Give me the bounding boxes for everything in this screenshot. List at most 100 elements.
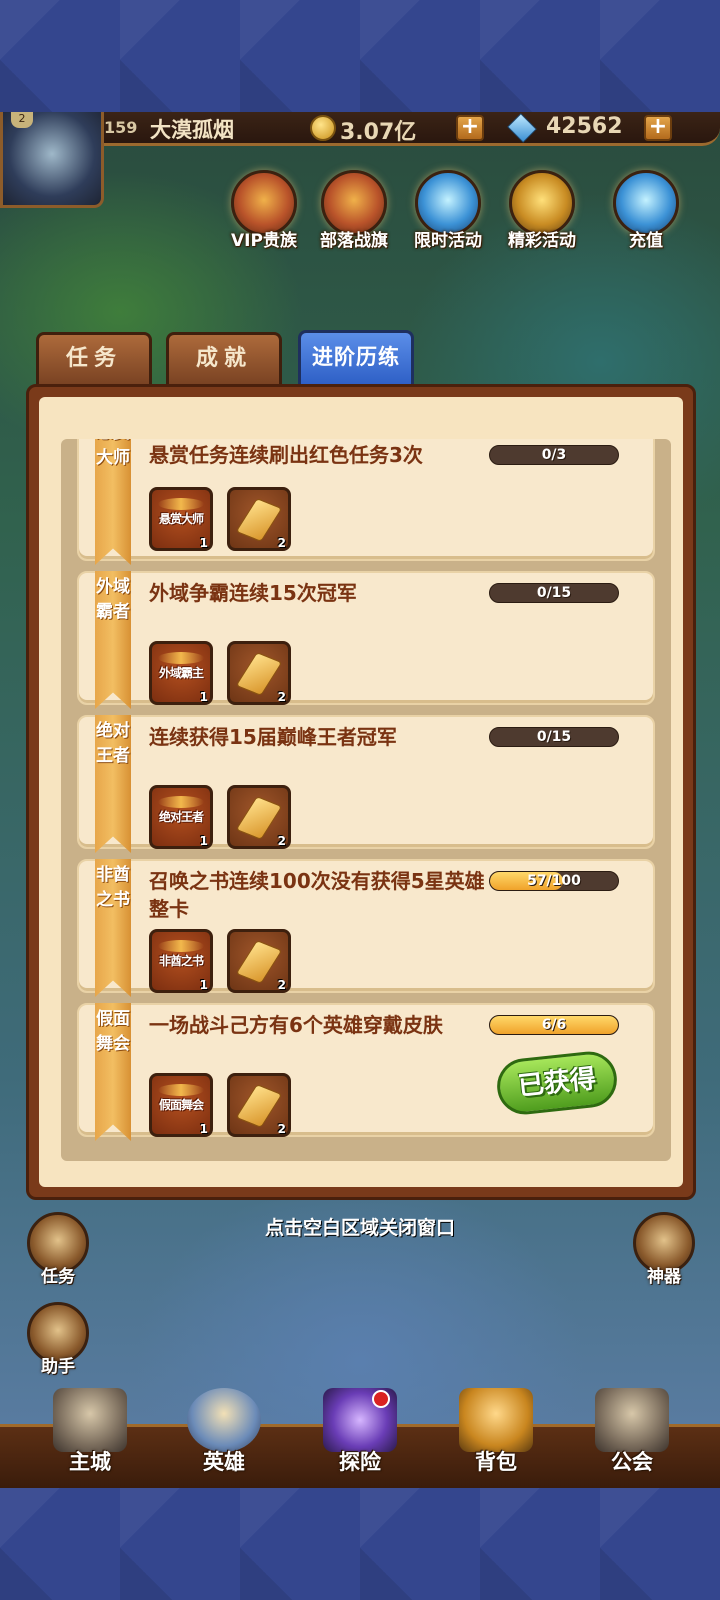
side-assistant-button[interactable]: 助手 [18, 1302, 98, 1377]
reward-scroll[interactable]: 2 [227, 487, 291, 551]
add-gold-button[interactable]: + [456, 115, 484, 141]
badge-label: 假面舞会 [158, 1098, 204, 1112]
reward-count: 1 [199, 978, 208, 992]
ribbon: 非酋之书 [95, 859, 131, 997]
reward-count: 1 [199, 690, 208, 704]
scroll-icon [235, 795, 283, 841]
reward-count: 2 [277, 1122, 286, 1136]
list-item: 悬赏大师 悬赏任务连续刷出红色任务3次 0/3 悬赏大师 1 2 [77, 439, 655, 565]
gold-coin-icon [310, 115, 336, 141]
reward-count: 1 [199, 536, 208, 550]
nav-main-city[interactable]: 主城 [30, 1388, 150, 1476]
avatar-level: 2 [11, 112, 33, 128]
dialog-panel: 悬赏大师 悬赏任务连续刷出红色任务3次 0/3 悬赏大师 1 2 [39, 397, 683, 1187]
progress-bar: 0/15 [489, 727, 619, 747]
player-avatar[interactable]: 2 [0, 112, 104, 208]
reward-badge[interactable]: 悬赏大师 1 [149, 487, 213, 551]
player-level: 159 [104, 118, 138, 137]
reward-scroll[interactable]: 2 [227, 1073, 291, 1137]
reward-count: 2 [277, 978, 286, 992]
task-list[interactable]: 悬赏大师 悬赏任务连续刷出红色任务3次 0/3 悬赏大师 1 2 [61, 439, 671, 1161]
ribbon: 绝对王者 [95, 715, 131, 853]
task-title: 外域争霸连续15次冠军 [149, 581, 357, 605]
badge-label: 外域霸主 [158, 666, 204, 680]
obtained-stamp: 已获得 [494, 1048, 620, 1118]
ribbon-label: 非酋之书 [96, 865, 130, 910]
player-name: 大漠孤烟 [150, 118, 234, 142]
nav-explore[interactable]: 探险 [300, 1388, 420, 1476]
badge-wing-icon [158, 498, 204, 510]
tribe-banner-button[interactable]: 部落战旗 [308, 170, 400, 251]
scroll-icon [235, 497, 283, 543]
ribbon: 悬赏大师 [95, 439, 131, 565]
task-title: 一场战斗己方有6个英雄穿戴皮肤 [149, 1013, 443, 1037]
progress-text: 6/6 [541, 1017, 567, 1033]
task-title: 召唤之书连续100次没有获得5星英雄整卡 [149, 869, 485, 921]
reward-scroll[interactable]: 2 [227, 929, 291, 993]
add-gems-button[interactable]: + [644, 115, 672, 141]
badge-wing-icon [158, 796, 204, 808]
reward-badge[interactable]: 非酋之书 1 [149, 929, 213, 993]
progress-text: 57/100 [527, 873, 581, 889]
progress-text: 0/15 [536, 729, 572, 745]
scroll-icon [235, 939, 283, 985]
badge-wing-icon [158, 940, 204, 952]
nav-heroes[interactable]: 英雄 [164, 1388, 284, 1476]
gold-amount: 3.07亿 [340, 120, 417, 145]
reward-count: 2 [277, 536, 286, 550]
tab-tasks[interactable]: 任务 [36, 332, 152, 384]
notification-dot [372, 1390, 390, 1408]
featured-event-button[interactable]: 精彩活动 [496, 170, 588, 251]
progress-text: 0/3 [541, 447, 567, 463]
reward-badge[interactable]: 外域霸主 1 [149, 641, 213, 705]
badge-wing-icon [158, 652, 204, 664]
list-item: 外域霸者 外域争霸连续15次冠军 0/15 外域霸主 1 2 [77, 571, 655, 709]
ribbon: 假面舞会 [95, 1003, 131, 1141]
castle-icon [53, 1388, 127, 1452]
vip-button[interactable]: VIP贵族 [218, 170, 310, 251]
nav-backpack[interactable]: 背包 [436, 1388, 556, 1476]
badge-label: 绝对王者 [158, 810, 204, 824]
guild-tower-icon [595, 1388, 669, 1452]
limited-event-button[interactable]: 限时活动 [402, 170, 494, 251]
task-title: 连续获得15届巅峰王者冠军 [149, 725, 397, 749]
reward-count: 2 [277, 834, 286, 848]
list-item: 假面舞会 一场战斗己方有6个英雄穿戴皮肤 6/6 假面舞会 1 2 已获得 [77, 1003, 655, 1141]
badge-label: 悬赏大师 [158, 512, 204, 526]
reward-count: 2 [277, 690, 286, 704]
progress-bar: 0/15 [489, 583, 619, 603]
letterbox-top [0, 0, 720, 112]
achievement-dialog: 悬赏大师 悬赏任务连续刷出红色任务3次 0/3 悬赏大师 1 2 [26, 384, 696, 1200]
tab-advanced-trials[interactable]: 进阶历练 [298, 330, 414, 386]
ribbon-label: 假面舞会 [96, 1009, 130, 1054]
reward-scroll[interactable]: 2 [227, 641, 291, 705]
progress-bar: 57/100 [489, 871, 619, 891]
tab-achievements[interactable]: 成就 [166, 332, 282, 384]
recharge-button[interactable]: 充值 [600, 170, 692, 251]
ribbon: 外域霸者 [95, 571, 131, 709]
hero-icon [187, 1388, 261, 1452]
progress-bar: 6/6 [489, 1015, 619, 1035]
backpack-icon [459, 1388, 533, 1452]
badge-label: 非酋之书 [158, 954, 204, 968]
reward-scroll[interactable]: 2 [227, 785, 291, 849]
scroll-icon [235, 1083, 283, 1129]
list-item: 非酋之书 召唤之书连续100次没有获得5星英雄整卡 57/100 非酋之书 1 … [77, 859, 655, 997]
ribbon-label: 外域霸者 [96, 577, 130, 622]
reward-count: 1 [199, 1122, 208, 1136]
badge-wing-icon [158, 1084, 204, 1096]
scroll-icon [235, 651, 283, 697]
list-item: 绝对王者 连续获得15届巅峰王者冠军 0/15 绝对王者 1 2 [77, 715, 655, 853]
reward-count: 1 [199, 834, 208, 848]
reward-badge[interactable]: 绝对王者 1 [149, 785, 213, 849]
gem-amount: 42562 [546, 114, 623, 139]
letterbox-bottom [0, 1488, 720, 1600]
reward-badge[interactable]: 假面舞会 1 [149, 1073, 213, 1137]
task-title: 悬赏任务连续刷出红色任务3次 [149, 443, 423, 467]
progress-bar: 0/3 [489, 445, 619, 465]
progress-text: 0/15 [536, 585, 572, 601]
ribbon-label: 悬赏大师 [96, 439, 130, 468]
close-hint[interactable]: 点击空白区域关闭窗口 [0, 1213, 720, 1240]
ribbon-label: 绝对王者 [96, 721, 130, 766]
nav-guild[interactable]: 公会 [572, 1388, 692, 1476]
